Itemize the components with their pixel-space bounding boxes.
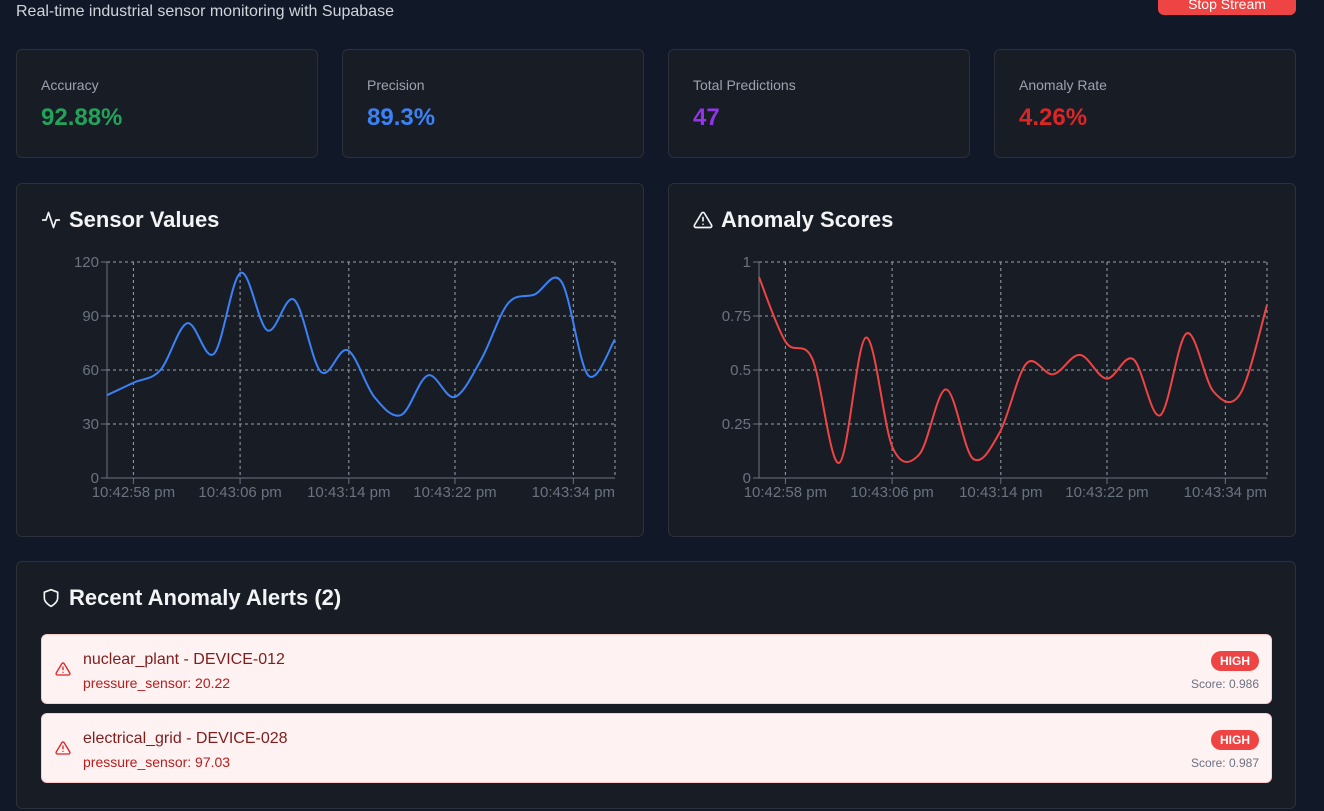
anomaly-scores-chart: 00.250.50.75110:42:58 pm 10:43:06 pm 10:43…: [722, 254, 1268, 501]
sensor-values-card: Sensor Values 0 30 60 90 120 10:42:58 pm 10:43…: [16, 183, 644, 537]
alert-item[interactable]: electrical_grid - DEVICE-028 pressure_se…: [41, 713, 1272, 783]
alert-sensor-reading: pressure_sensor: 20.22: [83, 675, 231, 691]
y-tick-label: 0.5: [730, 362, 751, 379]
alert-item[interactable]: nuclear_plant - DEVICE-012 pressure_sens…: [41, 634, 1272, 704]
stat-card-precision: Precision 89.3%: [342, 49, 644, 158]
x-tick-label: 10:43:06 pm: [198, 484, 281, 501]
alert-device-name: nuclear_plant - DEVICE-012: [83, 651, 285, 668]
stop-stream-button[interactable]: Stop Stream: [1158, 0, 1296, 15]
stat-value: 89.3%: [367, 104, 436, 131]
x-tick-label: 10:43:14 pm: [959, 484, 1042, 501]
x-tick-label: 10:43:22 pm: [1065, 484, 1148, 501]
anomaly-alerts-title-text: Recent Anomaly Alerts (2): [69, 585, 342, 610]
warning-triangle-icon: [55, 741, 71, 755]
stat-label: Precision: [367, 77, 425, 93]
anomaly-scores-card: Anomaly Scores 0 0.25 0.5 0.75 1 10:42:58 pm 1…: [668, 183, 1296, 537]
stat-value: 47: [693, 104, 720, 131]
y-tick-label: 60: [82, 362, 99, 379]
stat-card-anomaly-rate: Anomaly Rate 4.26%: [994, 49, 1296, 158]
y-tick-label: 1: [743, 254, 751, 271]
y-tick-label: 0.75: [722, 308, 751, 325]
alert-score: Score: 0.986: [1190, 677, 1259, 691]
series-line: [106, 271, 616, 417]
y-tick-label: 90: [82, 308, 99, 325]
stat-card-total-predictions: Total Predictions 47: [668, 49, 970, 158]
y-tick-label: 30: [82, 416, 99, 433]
x-tick-label: 10:43:34 pm: [1184, 484, 1267, 501]
alert-score: Score: 0.987: [1190, 756, 1259, 770]
severity-badge: HIGH: [1211, 730, 1259, 750]
alert-sensor-reading: pressure_sensor: 97.03: [83, 754, 231, 770]
sensor-values-chart: 030609012010:42:58 pm 10:43:06 pm 10:43:14…: [74, 254, 616, 501]
x-tick-label: 10:43:14 pm: [307, 484, 390, 501]
x-tick-label: 10:42:58 pm: [92, 484, 175, 501]
x-tick-label: 10:43:06 pm: [850, 484, 933, 501]
shield-icon: [43, 588, 59, 608]
x-tick-label: 10:42:58 pm: [744, 484, 827, 501]
stat-label: Anomaly Rate: [1019, 77, 1107, 93]
page-subtitle: Real-time industrial sensor monitoring w…: [16, 3, 394, 20]
stat-value: 92.88%: [41, 104, 123, 131]
anomaly-alerts-card: Recent Anomaly Alerts (2) nuclear_plant …: [16, 561, 1296, 809]
stop-stream-label: Stop Stream: [1188, 0, 1266, 12]
stat-card-accuracy: Accuracy 92.88%: [16, 49, 318, 158]
x-tick-label: 10:43:22 pm: [413, 484, 496, 501]
stat-value: 4.26%: [1019, 104, 1088, 131]
stat-label: Total Predictions: [693, 77, 796, 93]
stat-label: Accuracy: [41, 77, 99, 93]
warning-triangle-icon: [55, 662, 71, 676]
anomaly-alerts-title: Recent Anomaly Alerts (2): [41, 585, 341, 611]
y-tick-label: 0.25: [722, 416, 751, 433]
alert-device-name: electrical_grid - DEVICE-028: [83, 730, 288, 747]
y-tick-label: 120: [74, 254, 99, 271]
severity-badge: HIGH: [1211, 651, 1259, 671]
x-tick-label: 10:43:34 pm: [532, 484, 615, 501]
